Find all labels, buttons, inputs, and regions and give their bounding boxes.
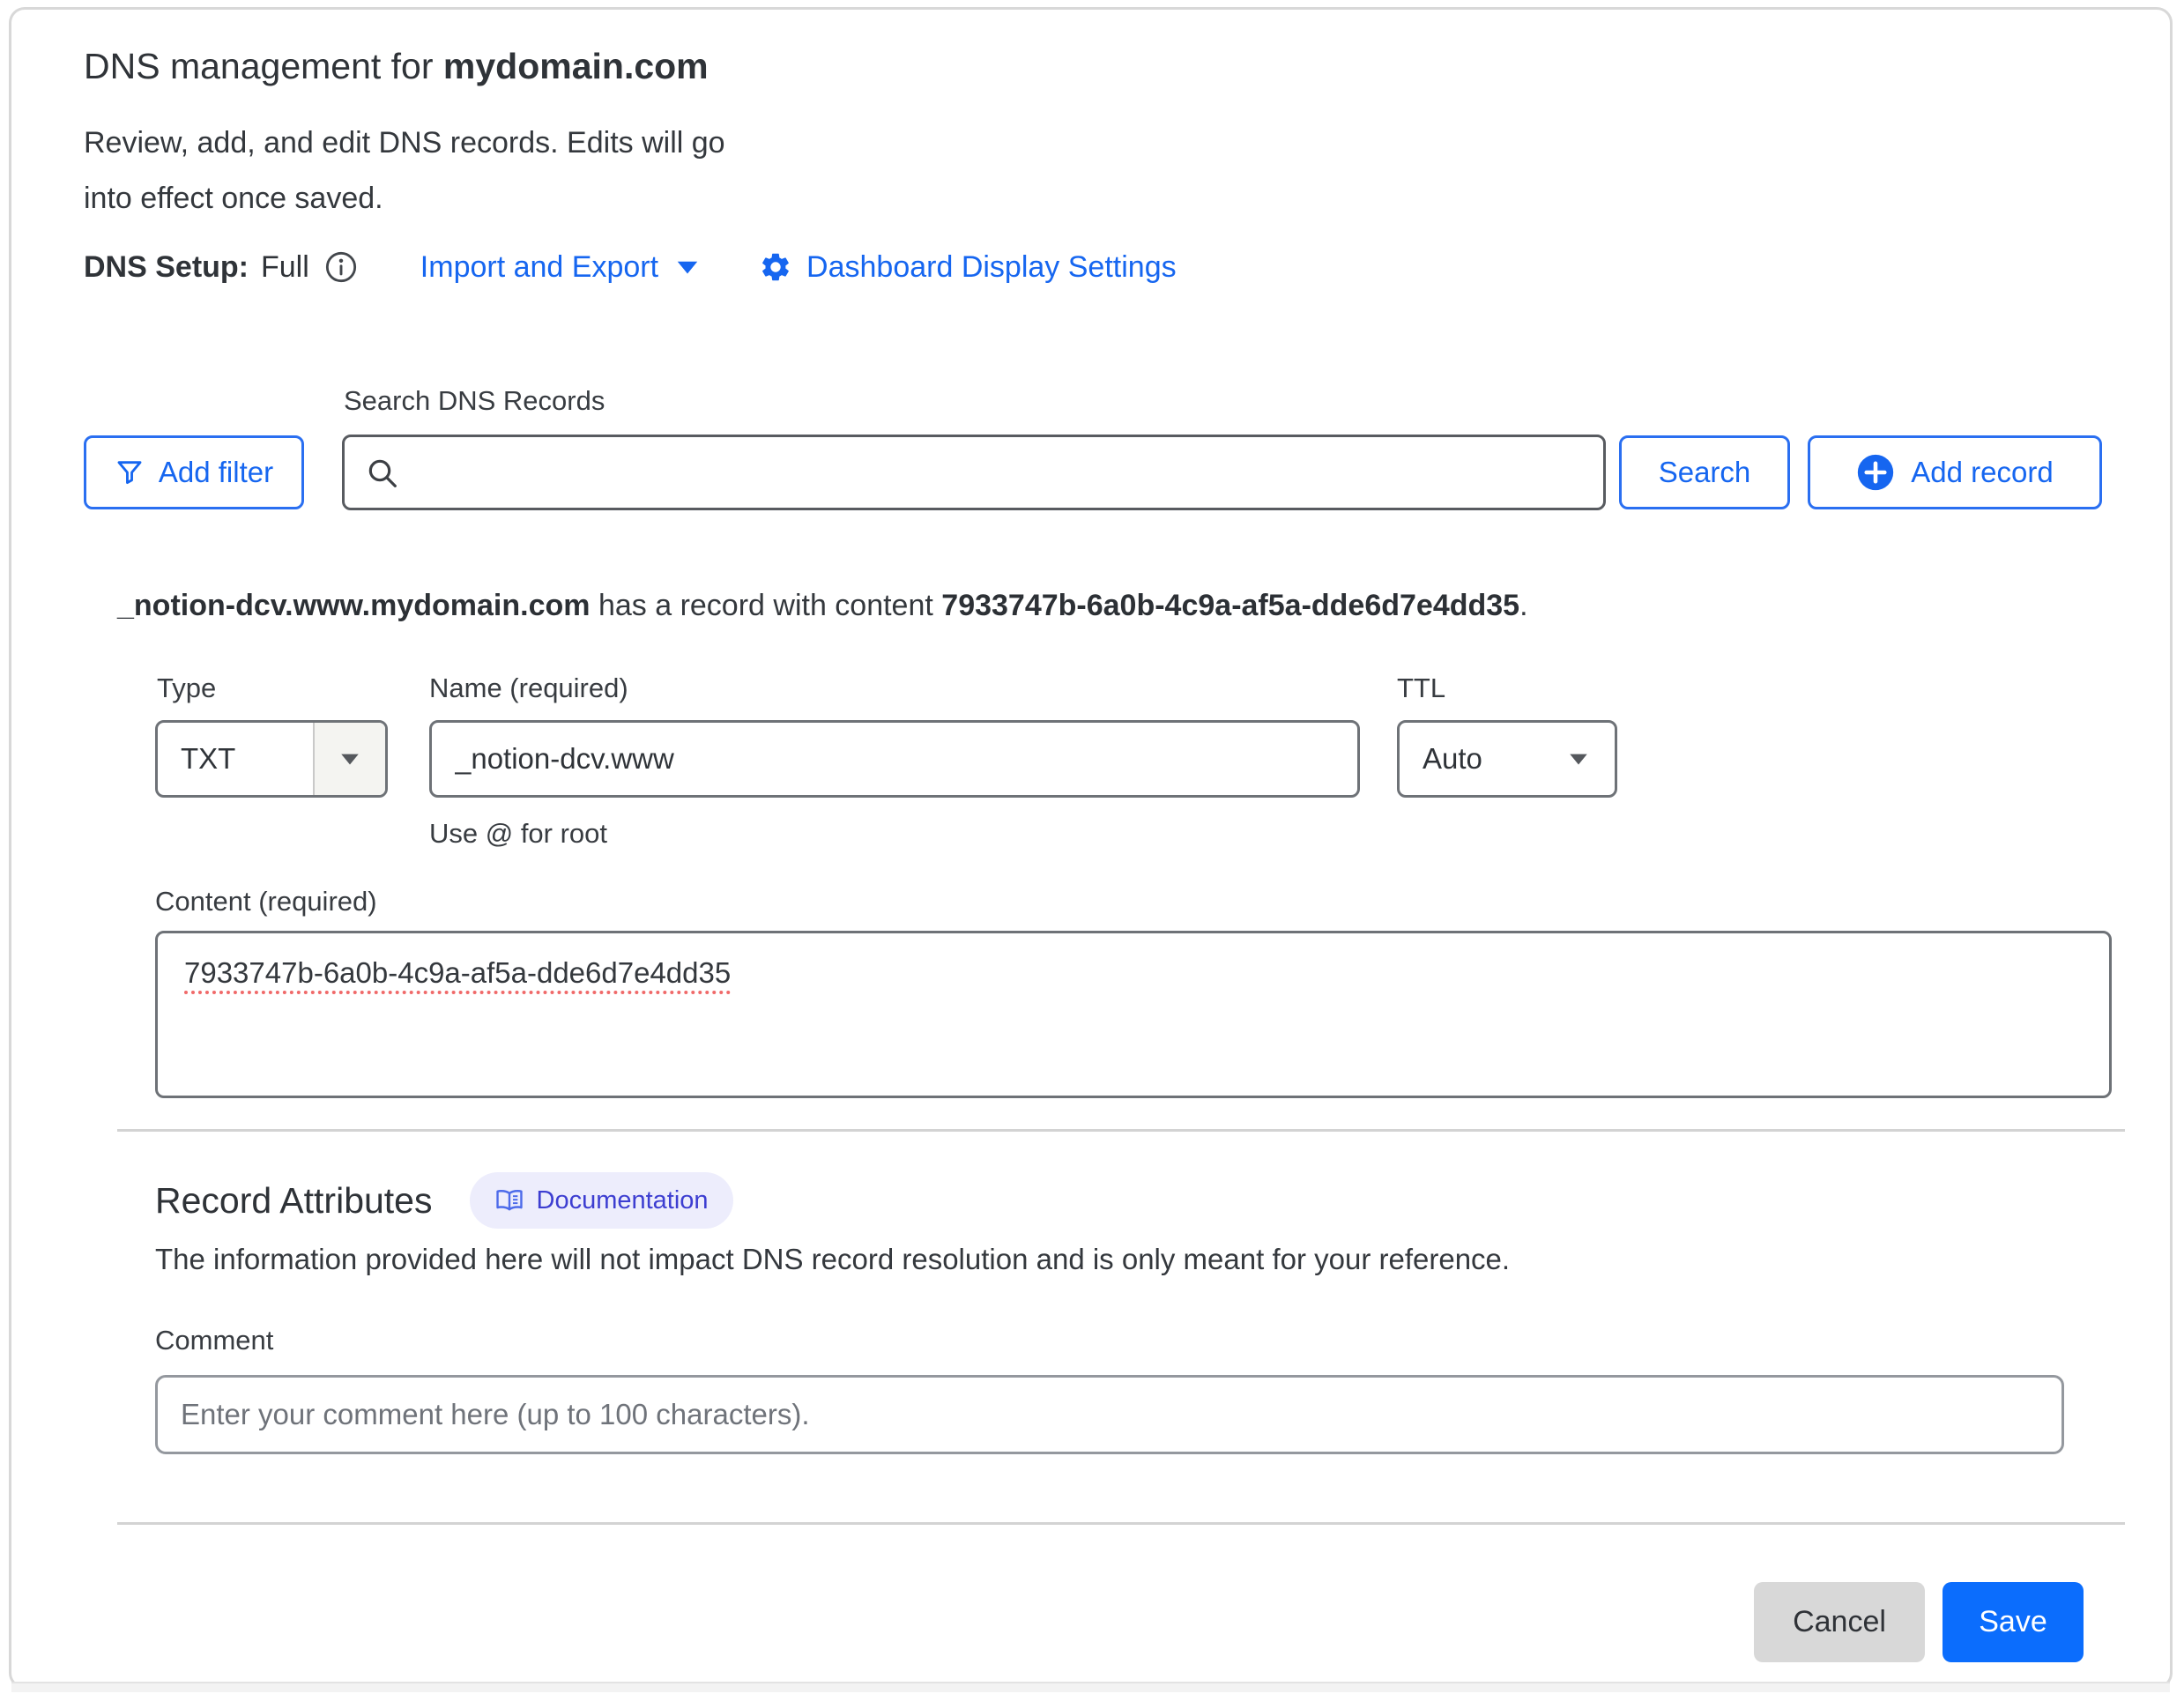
type-select[interactable]: TXT xyxy=(155,720,388,798)
content-value: 7933747b-6a0b-4c9a-af5a-dde6d7e4dd35 xyxy=(184,956,731,989)
notice-record-content: 7933747b-6a0b-4c9a-af5a-dde6d7e4dd35 xyxy=(941,589,1519,622)
plus-circle-icon xyxy=(1856,453,1895,492)
page-subtitle-line2: into effect once saved. xyxy=(84,182,383,216)
comment-label: Comment xyxy=(155,1325,273,1356)
chevron-down-icon xyxy=(674,256,701,278)
save-button-label: Save xyxy=(1979,1605,2047,1639)
import-export-label: Import and Export xyxy=(420,250,658,285)
dns-setup-value: Full xyxy=(261,250,309,285)
type-label: Type xyxy=(157,672,216,704)
search-input[interactable] xyxy=(342,435,1606,510)
ttl-select-value: Auto xyxy=(1400,742,1482,776)
comment-input[interactable] xyxy=(155,1375,2064,1454)
search-input-wrapper xyxy=(342,435,1606,510)
add-filter-button[interactable]: Add filter xyxy=(84,435,304,509)
domain-name: mydomain.com xyxy=(443,46,709,86)
comment-input-wrapper xyxy=(155,1375,2064,1454)
name-hint: Use @ for root xyxy=(429,818,607,850)
notice-period: . xyxy=(1519,589,1527,622)
import-export-link[interactable]: Import and Export xyxy=(420,250,701,285)
add-filter-label: Add filter xyxy=(159,456,273,489)
add-record-label: Add record xyxy=(1911,456,2053,489)
chevron-down-icon xyxy=(338,750,361,768)
search-dns-records-label: Search DNS Records xyxy=(344,385,605,417)
dns-setup-row: DNS Setup: Full Import and Export Dashbo… xyxy=(84,249,1177,285)
filter-icon xyxy=(115,457,145,487)
page-subtitle-line1: Review, add, and edit DNS records. Edits… xyxy=(84,126,725,160)
ttl-select[interactable]: Auto xyxy=(1397,720,1617,798)
cancel-button-label: Cancel xyxy=(1793,1605,1886,1639)
dashboard-display-settings-link[interactable]: Dashboard Display Settings xyxy=(759,250,1177,285)
notice-middle-text: has a record with content xyxy=(591,589,942,622)
bottom-strip xyxy=(11,1682,2170,1692)
record-attributes-heading: Record Attributes xyxy=(155,1180,433,1222)
content-label: Content (required) xyxy=(155,886,377,918)
dashboard-display-settings-label: Dashboard Display Settings xyxy=(806,250,1177,285)
content-textarea[interactable]: 7933747b-6a0b-4c9a-af5a-dde6d7e4dd35 xyxy=(155,931,2112,1098)
search-button-label: Search xyxy=(1659,456,1751,489)
save-button[interactable]: Save xyxy=(1943,1582,2084,1662)
record-notice: _notion-dcv.www.mydomain.com has a recor… xyxy=(117,589,1528,623)
name-label: Name (required) xyxy=(429,672,628,704)
page-title-prefix: DNS management for xyxy=(84,46,443,86)
dns-setup-label: DNS Setup: xyxy=(84,250,249,285)
record-attributes-header: Record Attributes Documentation xyxy=(155,1172,733,1229)
name-input-wrapper xyxy=(429,720,1360,798)
name-input[interactable] xyxy=(429,720,1360,798)
gear-icon xyxy=(759,250,792,284)
section-divider xyxy=(117,1129,2125,1132)
page-title: DNS management for mydomain.com xyxy=(84,46,709,87)
search-button[interactable]: Search xyxy=(1619,435,1790,509)
info-icon[interactable] xyxy=(323,249,359,285)
documentation-badge[interactable]: Documentation xyxy=(470,1172,733,1229)
add-record-button[interactable]: Add record xyxy=(1808,435,2102,509)
type-select-arrow xyxy=(313,723,385,795)
type-select-value: TXT xyxy=(158,742,313,776)
record-attributes-description: The information provided here will not i… xyxy=(155,1243,1510,1276)
book-icon xyxy=(494,1185,524,1215)
cancel-button[interactable]: Cancel xyxy=(1754,1582,1925,1662)
notice-record-name: _notion-dcv.www.mydomain.com xyxy=(117,589,591,622)
footer-divider xyxy=(117,1522,2125,1525)
chevron-down-icon xyxy=(1567,750,1615,768)
documentation-label: Documentation xyxy=(537,1186,709,1215)
ttl-label: TTL xyxy=(1397,672,1445,704)
